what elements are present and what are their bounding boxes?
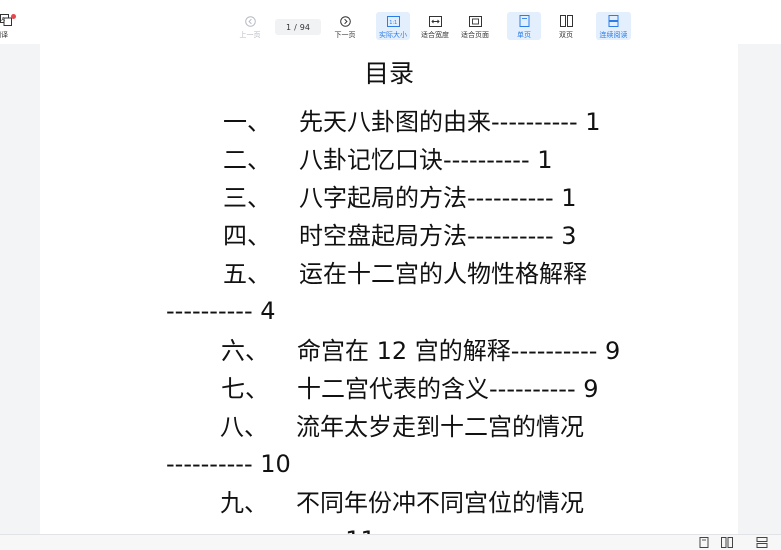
double-page-label: 双页 <box>559 31 573 39</box>
toc-number: 九、 <box>220 489 268 517</box>
prev-page-button[interactable]: 上一页 <box>234 12 266 40</box>
document-page: 目录 一、 先天八卦图的由来---------- 1 二、 八卦记忆口诀------… <box>40 44 738 534</box>
toc-entry: 六、 命宫在 12 宫的解释---------- 9 <box>221 337 620 365</box>
page-separator: / <box>294 22 297 32</box>
toc-text: 命宫在 12 宫的解释---------- 9 <box>297 337 621 365</box>
toc-entry: 九、 不同年份冲不同宫位的情况 <box>220 489 584 517</box>
toc-text: ---------- 11 <box>251 526 376 534</box>
next-circle-icon <box>338 15 352 27</box>
toc-entry: 四、 时空盘起局方法---------- 3 <box>223 222 577 250</box>
toc-text: 八字起局的方法---------- 1 <box>299 184 577 212</box>
document-viewport[interactable]: 目录 一、 先天八卦图的由来---------- 1 二、 八卦记忆口诀------… <box>0 44 781 534</box>
toc-entry-continuation: ---------- 10 <box>166 450 291 478</box>
toc-text: 不同年份冲不同宫位的情况 <box>296 489 584 517</box>
toc-number: 一、 <box>223 108 271 136</box>
continuous-reading-icon <box>607 15 621 27</box>
toc-text: 时空盘起局方法---------- 3 <box>299 222 577 250</box>
fit-page-button[interactable]: 适合页面 <box>458 12 492 40</box>
toc-number: 二、 <box>223 146 271 174</box>
toc-entry: 二、 八卦记忆口诀---------- 1 <box>223 146 553 174</box>
double-page-button[interactable]: 双页 <box>549 12 583 40</box>
page-title: 目录 <box>363 59 414 88</box>
toc-text: 十二宫代表的含义---------- 9 <box>297 375 599 403</box>
prev-circle-icon <box>243 15 257 27</box>
page-number-input[interactable]: 1 / 94 <box>275 19 321 35</box>
toc-entry-continuation: ---------- 4 <box>166 297 276 325</box>
fit-page-icon <box>468 15 482 27</box>
toc-number: 四、 <box>223 222 271 250</box>
toc-text: 运在十二宫的人物性格解释 <box>299 260 587 288</box>
toc-text: ---------- 10 <box>166 450 291 478</box>
svg-text:A: A <box>1 17 5 23</box>
toc-entry: 八、 流年太岁走到十二宫的情况 <box>220 413 584 441</box>
continuous-reading-button[interactable]: 连续阅读 <box>596 12 631 40</box>
toc-text: 先天八卦图的由来---------- 1 <box>299 108 601 136</box>
toc-number: 六、 <box>221 337 269 365</box>
actual-size-icon: 1:1 <box>386 15 400 27</box>
toolbar: A 翻译 上一页 1 / 94 下一页 1:1 <box>0 0 781 44</box>
toc-number: 三、 <box>223 184 271 212</box>
pdf-reader-window: A 翻译 上一页 1 / 94 下一页 1:1 <box>0 0 781 550</box>
toc-number: 七、 <box>221 375 269 403</box>
double-page-view-icon[interactable] <box>721 537 733 548</box>
next-page-label: 下一页 <box>334 31 356 39</box>
continuous-reading-label: 连续阅读 <box>599 31 628 39</box>
single-page-button[interactable]: 单页 <box>507 12 541 40</box>
toc-entry: 三、 八字起局的方法---------- 1 <box>223 184 577 212</box>
toc-entry: 七、 十二宫代表的含义---------- 9 <box>221 375 599 403</box>
single-page-view-icon[interactable] <box>698 537 710 548</box>
next-page-button[interactable]: 下一页 <box>329 12 361 40</box>
toc-text: 八卦记忆口诀---------- 1 <box>299 146 553 174</box>
actual-size-label: 实际大小 <box>379 31 407 39</box>
toc-entry-continuation: ---------- 11 <box>251 526 376 534</box>
continuous-view-icon[interactable] <box>756 537 768 548</box>
status-bar <box>0 534 781 550</box>
total-pages: 94 <box>299 22 310 32</box>
prev-page-label: 上一页 <box>239 31 261 39</box>
toc-entry: 五、 运在十二宫的人物性格解释 <box>223 260 587 288</box>
toc-text: 流年太岁走到十二宫的情况 <box>296 413 584 441</box>
fit-width-label: 适合宽度 <box>421 31 449 39</box>
current-page: 1 <box>286 22 292 32</box>
single-page-label: 单页 <box>517 31 531 39</box>
notification-dot <box>11 14 16 19</box>
actual-size-button[interactable]: 1:1 实际大小 <box>376 12 410 40</box>
toc-number: 八、 <box>220 413 268 441</box>
toc-number: 五、 <box>223 260 271 288</box>
double-page-icon <box>559 15 573 27</box>
svg-text:1:1: 1:1 <box>389 19 397 25</box>
translate-label: 翻译 <box>0 31 8 39</box>
fit-width-button[interactable]: 适合宽度 <box>418 12 452 40</box>
toc-text: ---------- 4 <box>166 297 276 325</box>
fit-page-label: 适合页面 <box>461 31 489 39</box>
single-page-icon <box>517 15 531 27</box>
toc-entry: 一、 先天八卦图的由来---------- 1 <box>223 108 601 136</box>
fit-width-icon <box>428 15 442 27</box>
translate-button[interactable]: A 翻译 <box>0 14 24 40</box>
